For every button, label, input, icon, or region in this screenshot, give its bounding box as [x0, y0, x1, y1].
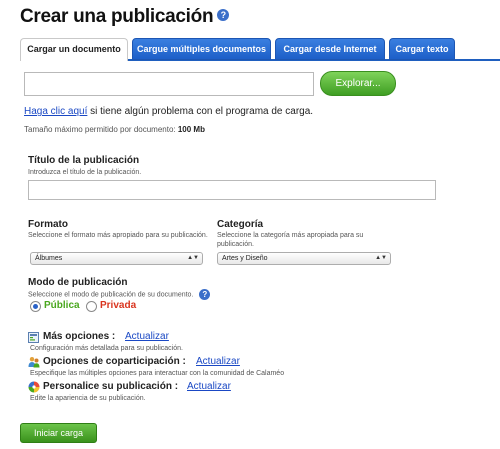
- max-size-value: 100 Mb: [177, 125, 205, 134]
- tab-upload-document[interactable]: Cargar un documento: [20, 38, 128, 61]
- sharing-options-desc: Especifique las múltiples opciones para …: [30, 370, 285, 377]
- people-icon: [28, 357, 40, 368]
- settings-panel-icon: [28, 332, 39, 343]
- format-select[interactable]: Álbumes ▲▼: [30, 252, 203, 265]
- browse-button[interactable]: Explorar...: [320, 71, 396, 96]
- upload-help-link[interactable]: Haga clic aquí: [24, 106, 87, 117]
- page-title: Crear una publicación?: [20, 6, 230, 28]
- tab-upload-text[interactable]: Cargar texto: [389, 38, 455, 60]
- customize-desc: Edite la apariencia de su publicación.: [30, 395, 146, 402]
- mode-help-icon[interactable]: ?: [199, 289, 211, 300]
- format-hint: Seleccione el formato más apropiado para…: [28, 232, 208, 239]
- max-size-note: Tamaño máximo permitido por documento: 1…: [24, 125, 205, 134]
- radio-public[interactable]: [30, 301, 41, 312]
- customize-title: Personalice su publicación :: [43, 381, 179, 392]
- upload-help-text: si tiene algún problema con el programa …: [90, 106, 314, 117]
- select-arrows-icon: ▲▼: [187, 255, 199, 261]
- help-icon[interactable]: ?: [217, 8, 230, 21]
- tab-bar: Cargar un documento Cargue múltiples doc…: [20, 38, 500, 61]
- mode-hint-text: Seleccione el modo de publicación de su …: [28, 291, 194, 299]
- category-label: Categoría: [217, 219, 264, 230]
- more-options-title: Más opciones :: [43, 331, 116, 342]
- title-input[interactable]: [28, 180, 436, 200]
- color-wheel-icon: [28, 381, 40, 393]
- category-select-value: Artes y Diseño: [222, 255, 268, 262]
- tab-upload-internet[interactable]: Cargar desde Internet: [275, 38, 385, 60]
- upload-help-line: Haga clic aquí si tiene algún problema c…: [24, 106, 313, 117]
- tab-upload-multiple[interactable]: Cargue múltiples documentos: [132, 38, 271, 60]
- category-select[interactable]: Artes y Diseño ▲▼: [217, 252, 391, 265]
- file-path-input[interactable]: [24, 72, 314, 96]
- radio-private[interactable]: [86, 301, 97, 312]
- more-options-update-link[interactable]: Actualizar: [125, 331, 169, 342]
- radio-public-label: Pública: [44, 300, 80, 311]
- max-size-label: Tamaño máximo permitido por documento:: [24, 125, 176, 134]
- format-label: Formato: [28, 219, 68, 230]
- format-select-value: Álbumes: [35, 255, 63, 262]
- start-upload-button[interactable]: Iniciar carga: [20, 423, 97, 443]
- customize-update-link[interactable]: Actualizar: [187, 381, 231, 392]
- title-field-label: Título de la publicación: [28, 155, 140, 166]
- sharing-options-title: Opciones de coparticipación :: [43, 356, 186, 367]
- more-options-desc: Configuración más detallada para su publ…: [30, 345, 183, 352]
- select-arrows-icon: ▲▼: [375, 255, 387, 261]
- category-hint: Seleccione la categoría más apropiada pa…: [217, 232, 364, 248]
- title-field-hint: Introduzca el título de la publicación.: [28, 169, 142, 176]
- radio-private-label: Privada: [100, 300, 137, 311]
- sharing-options-update-link[interactable]: Actualizar: [196, 356, 240, 367]
- page-title-text: Crear una publicación: [20, 6, 214, 27]
- mode-label: Modo de publicación: [28, 277, 128, 288]
- mode-hint: Seleccione el modo de publicación de su …: [28, 289, 211, 300]
